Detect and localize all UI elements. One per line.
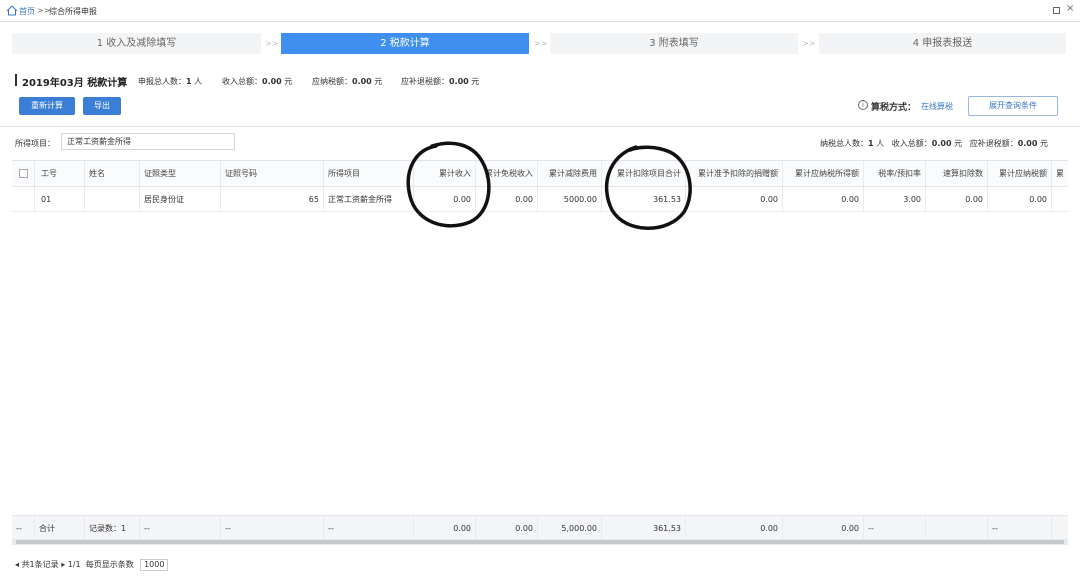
tax-calc-table: 工号 姓名 证照类型 证照号码 所得项目 累计收入 累计免税收入 累计减除费用 …: [12, 160, 1068, 542]
expand-query-button[interactable]: 展开查询条件: [968, 96, 1058, 116]
col-cum-donation[interactable]: 累计准予扣除的捐赠额: [686, 161, 783, 186]
total-cum-deduct-fee: 5,000.00: [538, 516, 602, 541]
pager-next-icon[interactable]: ▸: [61, 560, 65, 569]
divider: [0, 126, 1080, 127]
top-bar: 首页 >> 综合所得申报 ×: [0, 0, 1080, 22]
pager-per-page-input[interactable]: 1000: [140, 559, 169, 571]
total-dash: --: [12, 516, 35, 541]
total-records: 记录数：1: [85, 516, 140, 541]
section-marker: [15, 74, 17, 86]
cell-quick-deduct: 0.00: [926, 187, 988, 211]
total-label: 合计: [35, 516, 85, 541]
home-icon[interactable]: [6, 5, 18, 16]
total-cum-tax-free: 0.00: [476, 516, 538, 541]
export-button[interactable]: 导出: [83, 97, 121, 115]
total-cum-donation: 0.00: [686, 516, 783, 541]
total-c13: [926, 516, 988, 541]
redaction-block: [226, 189, 308, 210]
report-count: 申报总人数：1 人: [138, 77, 203, 86]
step-separator: >>: [265, 39, 279, 48]
table-header: 工号 姓名 证照类型 证照号码 所得项目 累计收入 累计免税收入 累计减除费用 …: [12, 161, 1068, 187]
select-all-checkbox[interactable]: [12, 161, 35, 186]
total-c5: --: [324, 516, 414, 541]
total-c12: --: [864, 516, 926, 541]
row-checkbox[interactable]: [12, 187, 35, 211]
col-cum-income[interactable]: 累计收入: [414, 161, 476, 186]
pager-prev-icon[interactable]: ◂: [15, 560, 19, 569]
step-submit[interactable]: 4 申报表报送: [819, 33, 1066, 54]
cell-emp-no: 01: [35, 187, 85, 211]
tax-due-total: 应纳税额：0.00 元: [312, 77, 383, 86]
info-icon: i: [858, 100, 868, 110]
col-id-type[interactable]: 证照类型: [140, 161, 221, 186]
period-title: 2019年03月 税款计算: [22, 78, 128, 89]
income-total: 收入总额：0.00 元: [222, 77, 293, 86]
step-separator: >>: [534, 39, 548, 48]
calc-mode-label: 算税方式：: [871, 103, 917, 113]
breadcrumb-current: 综合所得申报: [49, 7, 97, 16]
col-income-item[interactable]: 所得项目: [324, 161, 414, 186]
right-summary: 纳税总人数：1 人 收入总额：0.00 元 应补退税额：0.00 元: [820, 139, 1048, 148]
col-cum-deduct-fee[interactable]: 累计减除费用: [538, 161, 602, 186]
breadcrumb-home[interactable]: 首页: [19, 6, 35, 17]
refund-total: 应补退税额：0.00 元: [401, 77, 480, 86]
pager-per-page-label: 每页显示条数: [85, 560, 134, 569]
table-row[interactable]: 01 居民身份证 765 正常工资薪金所得 0.00 0.00 5000.00 …: [12, 187, 1068, 212]
cell-cum-deduct-items: 361.53: [602, 187, 686, 211]
step-income-deduction[interactable]: 1 收入及减除填写: [12, 33, 261, 54]
cell-id-type: 居民身份证: [140, 187, 221, 211]
recalculate-button[interactable]: 重新计算: [19, 97, 75, 115]
total-cum-income: 0.00: [414, 516, 476, 541]
pager: ◂ 共1条记录 ▸ 1/1 每页显示条数 1000: [15, 559, 169, 571]
cell-cum-tax: 0.00: [988, 187, 1052, 211]
col-cum-tax[interactable]: 累计应纳税额: [988, 161, 1052, 186]
cell-cum-income: 0.00: [414, 187, 476, 211]
cell-cum-deduct-fee: 5000.00: [538, 187, 602, 211]
col-more[interactable]: 累: [1052, 161, 1068, 186]
col-cum-taxable[interactable]: 累计应纳税所得额: [783, 161, 864, 186]
col-quick-deduct[interactable]: 速算扣除数: [926, 161, 988, 186]
col-cum-deduct-items[interactable]: 累计扣除项目合计: [602, 161, 686, 186]
cell-rate: 3.00: [864, 187, 926, 211]
total-c3: --: [140, 516, 221, 541]
pager-page: 1/1: [67, 560, 81, 569]
col-rate[interactable]: 税率/预扣率: [864, 161, 926, 186]
calc-mode-value[interactable]: 在线算税: [921, 101, 953, 112]
cell-cum-tax-free: 0.00: [476, 187, 538, 211]
totals-row: -- 合计 记录数：1 -- -- -- 0.00 0.00 5,000.00 …: [12, 515, 1068, 541]
cell-cum-taxable: 0.00: [783, 187, 864, 211]
total-cum-taxable: 0.00: [783, 516, 864, 541]
total-cum-deduct-items: 361.53: [602, 516, 686, 541]
maximize-icon[interactable]: [1053, 7, 1060, 14]
step-attachment[interactable]: 3 附表填写: [550, 33, 798, 54]
income-item-label: 所得项目：: [15, 139, 55, 148]
total-c15: [1052, 516, 1068, 541]
cell-income-item: 正常工资薪金所得: [324, 187, 414, 211]
scrollbar-thumb[interactable]: [16, 540, 1064, 544]
total-c14: --: [988, 516, 1052, 541]
cell-name: [85, 187, 140, 211]
step-tax-calculation[interactable]: 2 税款计算: [281, 33, 529, 54]
col-id-no[interactable]: 证照号码: [221, 161, 324, 186]
col-cum-tax-free[interactable]: 累计免税收入: [476, 161, 538, 186]
col-name[interactable]: 姓名: [85, 161, 140, 186]
step-separator: >>: [802, 39, 816, 48]
horizontal-scrollbar[interactable]: [12, 539, 1068, 545]
income-item-select[interactable]: 正常工资薪金所得: [61, 133, 235, 150]
close-icon[interactable]: ×: [1066, 3, 1074, 14]
total-c4: --: [221, 516, 324, 541]
pager-records: 共1条记录: [21, 560, 59, 569]
cell-cum-donation: 0.00: [686, 187, 783, 211]
col-emp-no[interactable]: 工号: [35, 161, 85, 186]
cell-more: [1052, 187, 1068, 211]
